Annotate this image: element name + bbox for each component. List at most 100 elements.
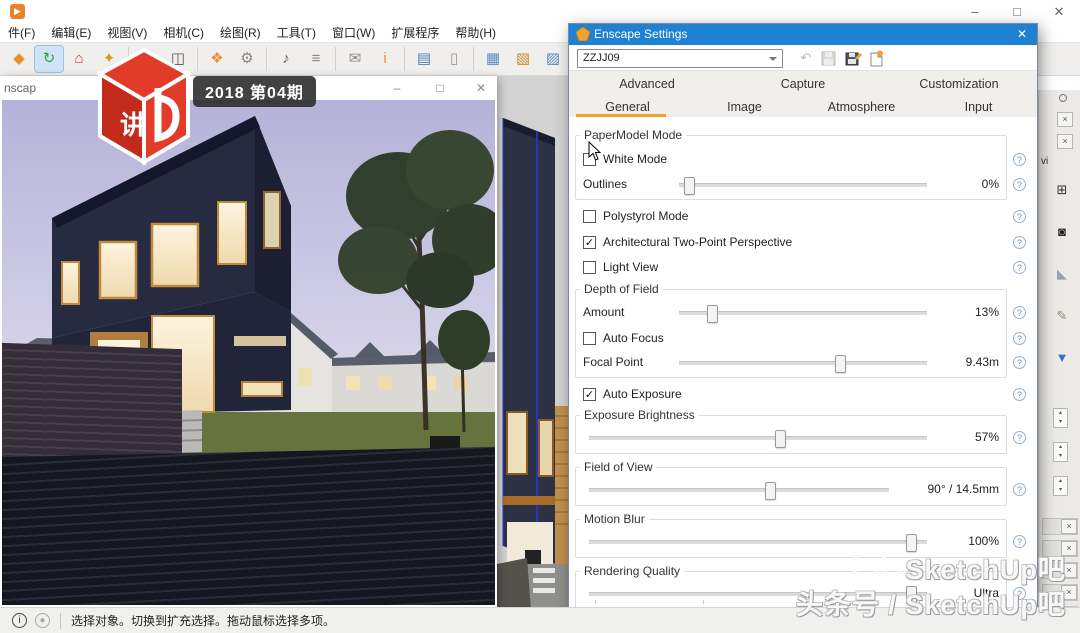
help-icon[interactable]: ? bbox=[1013, 236, 1026, 249]
tray-spinner-0[interactable]: ▴ ▾ bbox=[1053, 408, 1068, 428]
row-two-point: ✓ Architectural Two-Point Perspective ? bbox=[569, 235, 1037, 253]
exposure-brightness-slider-thumb[interactable] bbox=[775, 430, 786, 448]
help-icon[interactable]: ? bbox=[1013, 153, 1026, 166]
export-image-icon[interactable]: ▤ bbox=[410, 46, 438, 72]
menu-item-0[interactable]: 件(F) bbox=[0, 24, 43, 41]
main-maximize-button[interactable]: □ bbox=[1000, 2, 1034, 21]
tray-stack-close-button[interactable]: × bbox=[1061, 519, 1077, 534]
group-fov-legend: Field of View bbox=[580, 460, 656, 474]
help-icon[interactable]: ? bbox=[1013, 306, 1026, 319]
row-exposure-brightness: 57% ? bbox=[569, 430, 1037, 448]
window-folder-icon[interactable]: ▧ bbox=[509, 46, 537, 72]
field-of-view-value: 90° / 14.5mm bbox=[889, 482, 999, 496]
help-icon[interactable]: ? bbox=[1013, 261, 1026, 274]
enscape-render-window: nscap – □ ✕ bbox=[0, 76, 497, 607]
menu-item-8[interactable]: 帮助(H) bbox=[447, 24, 504, 41]
group-quality-legend: Rendering Quality bbox=[580, 564, 684, 578]
enscape-sync-icon[interactable]: ↻ bbox=[35, 46, 63, 72]
settings-sliders-icon[interactable]: ≡ bbox=[302, 46, 330, 72]
tab-advanced[interactable]: Advanced bbox=[569, 74, 725, 94]
watermark: SketchUp吧 头条号 / SketchUp吧 bbox=[796, 549, 1066, 625]
window-save-icon[interactable]: ▨ bbox=[539, 46, 567, 72]
exposure-brightness-value: 57% bbox=[889, 430, 999, 444]
main-close-button[interactable]: ✕ bbox=[1042, 2, 1076, 21]
info-circle-icon[interactable]: i bbox=[12, 613, 27, 628]
quality-tick bbox=[595, 600, 596, 604]
help-icon[interactable]: ? bbox=[1013, 210, 1026, 223]
tray-spinner-1[interactable]: ▴ ▾ bbox=[1053, 442, 1068, 462]
menu-item-4[interactable]: 绘图(R) bbox=[212, 24, 269, 41]
toolbar-separator bbox=[266, 47, 267, 71]
amount-value: 13% bbox=[889, 305, 999, 319]
paint-bucket-icon[interactable]: ◙ bbox=[1051, 224, 1073, 239]
field-of-view-slider[interactable] bbox=[589, 488, 889, 492]
motion-blur-slider[interactable] bbox=[589, 540, 927, 544]
screen-paint-icon[interactable]: ▼ bbox=[1051, 350, 1073, 365]
amount-slider-thumb[interactable] bbox=[707, 305, 718, 323]
undo-icon[interactable]: ↶ bbox=[797, 49, 815, 67]
polystyrol-checkbox[interactable] bbox=[583, 210, 596, 223]
help-icon[interactable]: ? bbox=[1013, 356, 1026, 369]
save-as-icon[interactable] bbox=[845, 51, 862, 66]
bim-document-icon[interactable]: ▯ bbox=[440, 46, 468, 72]
window-layout-icon[interactable]: ▦ bbox=[479, 46, 507, 72]
preset-dropdown[interactable]: ZZJJ09 bbox=[577, 49, 783, 68]
field-of-view-slider-thumb[interactable] bbox=[765, 482, 776, 500]
outlines-slider-thumb[interactable] bbox=[684, 177, 695, 195]
save-icon bbox=[821, 51, 836, 66]
menu-item-3[interactable]: 相机(C) bbox=[155, 24, 212, 41]
feedback-bubble-icon[interactable]: ✉ bbox=[341, 46, 369, 72]
tray-spinner-2[interactable]: ▴ ▾ bbox=[1053, 476, 1068, 496]
help-icon[interactable]: ? bbox=[1013, 332, 1026, 345]
tab-image[interactable]: Image bbox=[686, 97, 803, 117]
light-view-checkbox[interactable] bbox=[583, 261, 596, 274]
help-icon[interactable]: ? bbox=[1013, 483, 1026, 496]
menu-item-6[interactable]: 窗口(W) bbox=[324, 24, 383, 41]
render-gear-icon[interactable]: ⚙ bbox=[233, 46, 261, 72]
enscape-home-icon[interactable]: ⌂ bbox=[65, 46, 93, 72]
tray-stack-row: × bbox=[1042, 518, 1078, 535]
main-titlebar: ▶ – □ ✕ bbox=[0, 0, 1080, 22]
tab-input[interactable]: Input bbox=[920, 97, 1037, 117]
exposure-brightness-slider[interactable] bbox=[589, 436, 927, 440]
about-info-icon[interactable]: i bbox=[371, 46, 399, 72]
row-outlines: Outlines 0% ? bbox=[569, 177, 1037, 195]
two-point-checkbox[interactable]: ✓ bbox=[583, 236, 596, 249]
menu-item-2[interactable]: 视图(V) bbox=[99, 24, 155, 41]
dialog-titlebar[interactable]: Enscape Settings ✕ bbox=[569, 24, 1037, 45]
sound-settings-icon[interactable]: ♪ bbox=[272, 46, 300, 72]
pin-icon[interactable] bbox=[1059, 94, 1067, 102]
focal-point-slider-thumb[interactable] bbox=[835, 355, 846, 373]
row-focal-point: Focal Point 9.43m ? bbox=[569, 355, 1037, 373]
menu-item-5[interactable]: 工具(T) bbox=[269, 24, 324, 41]
geolocation-icon[interactable]: ● bbox=[35, 613, 50, 628]
status-separator bbox=[60, 613, 61, 629]
tray-close-button-2[interactable]: × bbox=[1057, 134, 1073, 149]
auto-focus-checkbox[interactable] bbox=[583, 332, 596, 345]
menu-item-1[interactable]: 编辑(E) bbox=[43, 24, 99, 41]
render-maximize-button[interactable]: □ bbox=[425, 79, 455, 97]
eyedropper-icon[interactable]: ✎ bbox=[1051, 308, 1073, 324]
group-papermodel-legend: PaperModel Mode bbox=[580, 128, 686, 142]
menu-item-7[interactable]: 扩展程序 bbox=[383, 24, 447, 41]
sketchup-viewport[interactable] bbox=[497, 76, 568, 610]
tray-close-button-1[interactable]: × bbox=[1057, 112, 1073, 127]
material-preview-icon[interactable]: ◣ bbox=[1051, 266, 1073, 282]
tab-customization[interactable]: Customization bbox=[881, 74, 1037, 94]
tab-capture[interactable]: Capture bbox=[725, 74, 881, 94]
help-icon[interactable]: ? bbox=[1013, 388, 1026, 401]
enscape-start-icon[interactable]: ◆ bbox=[5, 46, 33, 72]
tab-atmosphere[interactable]: Atmosphere bbox=[803, 97, 920, 117]
render-minimize-button[interactable]: – bbox=[382, 79, 412, 97]
auto-exposure-checkbox[interactable]: ✓ bbox=[583, 388, 596, 401]
help-icon[interactable]: ? bbox=[1013, 431, 1026, 444]
dialog-close-button[interactable]: ✕ bbox=[1013, 26, 1031, 43]
add-material-icon[interactable]: ⊞ bbox=[1051, 182, 1073, 198]
enscape-objects-icon[interactable]: ❖ bbox=[203, 46, 231, 72]
render-close-button[interactable]: ✕ bbox=[466, 79, 496, 97]
new-preset-icon[interactable] bbox=[869, 50, 884, 67]
help-icon[interactable]: ? bbox=[1013, 535, 1026, 548]
sketchup-model-svg bbox=[497, 76, 568, 610]
main-minimize-button[interactable]: – bbox=[958, 2, 992, 21]
help-icon[interactable]: ? bbox=[1013, 178, 1026, 191]
